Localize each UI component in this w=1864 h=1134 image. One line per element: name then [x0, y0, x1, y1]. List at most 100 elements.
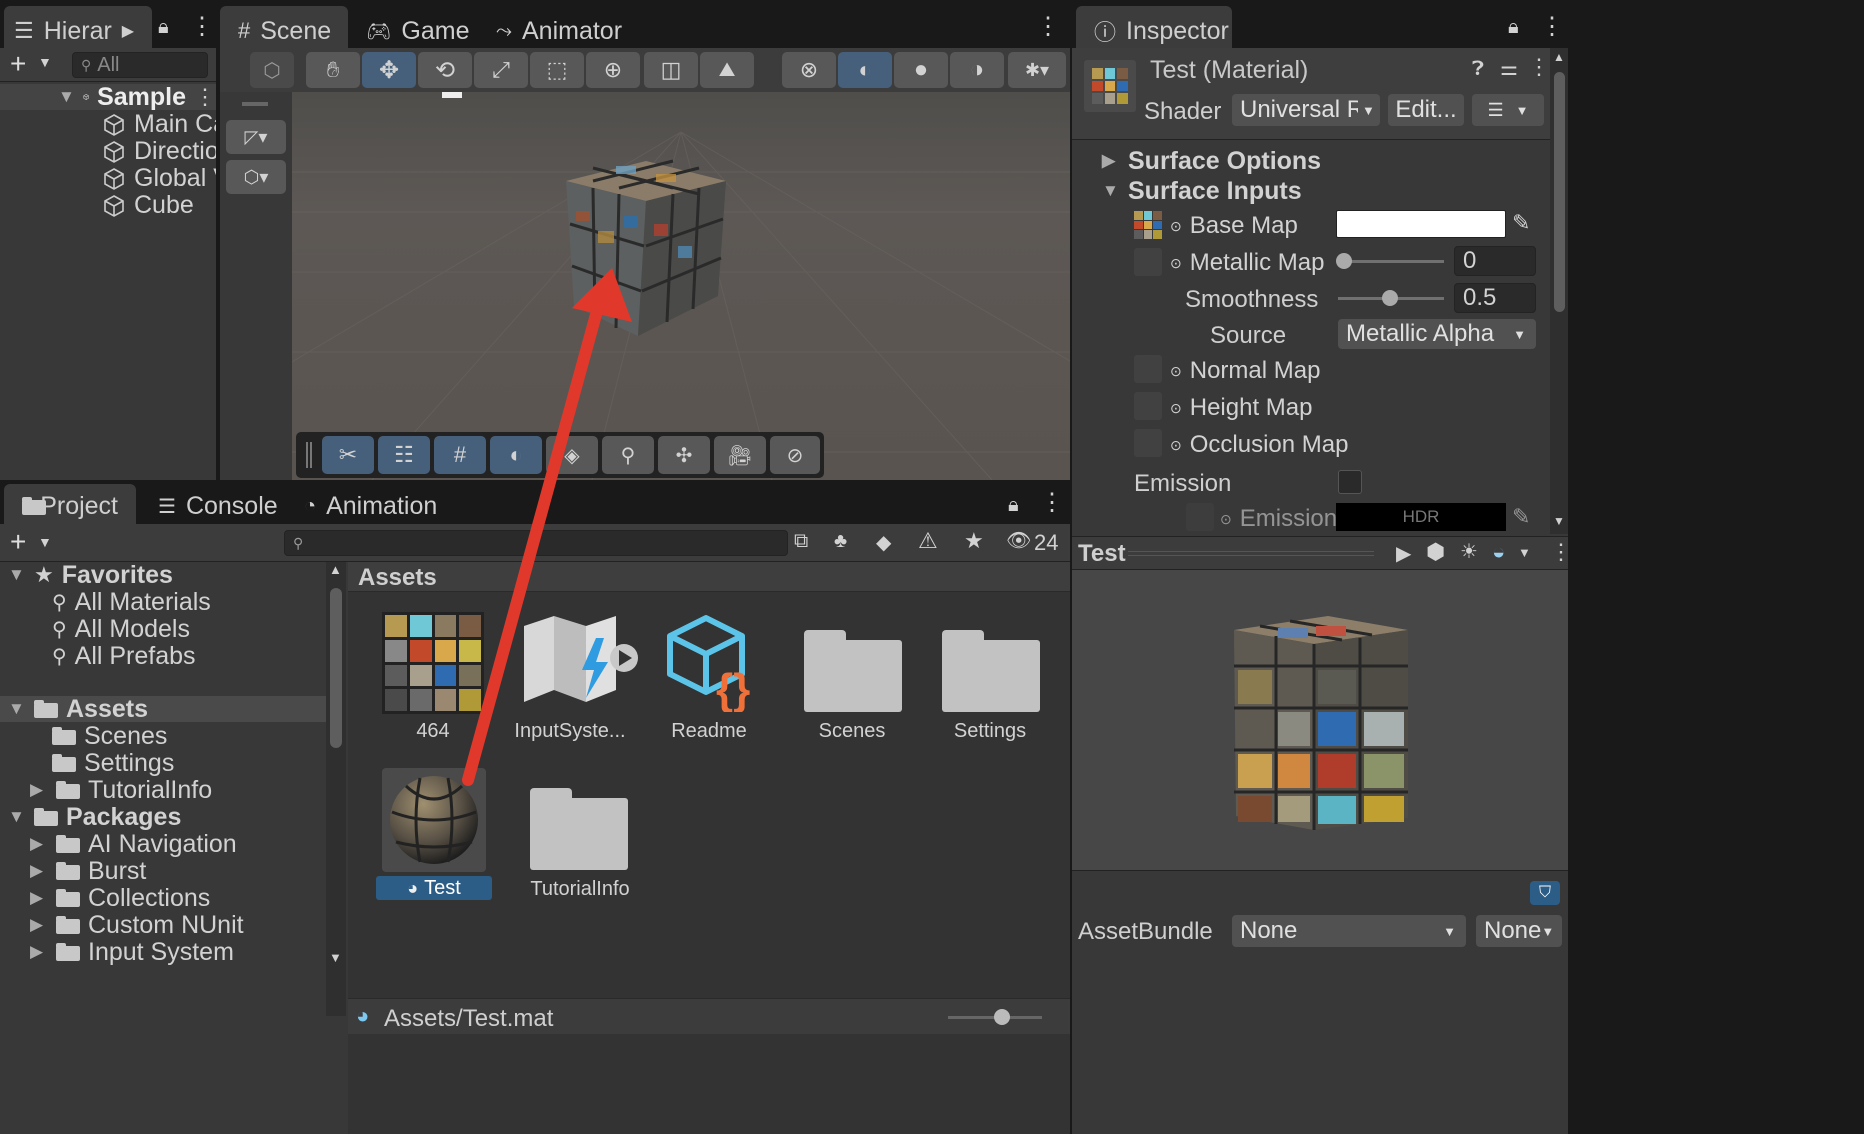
draw-mode-button[interactable]: ◸▾ — [226, 120, 286, 154]
more-options-icon[interactable]: ⋮ — [1550, 539, 1568, 565]
project-search-input[interactable]: ⚲ — [284, 530, 788, 556]
hierarchy-item[interactable]: Directional Light — [102, 137, 216, 166]
expand-arrow-icon[interactable]: ▼ — [58, 87, 75, 107]
metallic-map-texture-slot[interactable] — [1134, 248, 1162, 276]
scenes-folder-icon[interactable] — [804, 630, 902, 712]
eyedropper-icon[interactable]: ✎ — [1512, 504, 1530, 530]
settings-sliders-button[interactable]: ☷ — [378, 436, 430, 474]
expand-arrow-icon[interactable]: ▶ — [30, 861, 48, 881]
draw-mode-toggle[interactable]: ◐ — [490, 436, 542, 474]
packages-item[interactable]: ▶ Input System — [30, 938, 234, 966]
filter-type-icon[interactable]: ♣ — [834, 530, 847, 553]
preview-drag-handle[interactable] — [1128, 551, 1374, 556]
overlay-handle[interactable] — [242, 102, 268, 106]
eye-icon[interactable]: 👁︎ — [1006, 528, 1031, 553]
assets-item[interactable]: Settings — [52, 749, 174, 777]
tab-project[interactable]: Project — [4, 484, 136, 528]
warning-icon[interactable]: ⚠︎ — [918, 528, 938, 554]
lock-icon[interactable]: 🔒︎ — [1008, 494, 1019, 517]
camera-button[interactable]: 🎥︎ — [714, 436, 766, 474]
shader-options-button[interactable]: ☰ ▼ — [1472, 94, 1544, 126]
asset-labels-button[interactable]: ⛉ — [1530, 881, 1560, 905]
object-picker-icon[interactable]: ⊙ — [1170, 255, 1182, 272]
smoothness-slider-thumb[interactable] — [1382, 290, 1398, 306]
scroll-up-icon[interactable]: ▲ — [329, 562, 342, 577]
chevron-down-icon[interactable]: ▼ — [38, 534, 52, 550]
metallic-value-field[interactable]: 0 — [1454, 246, 1536, 276]
packages-header[interactable]: ▼ Packages — [8, 803, 181, 831]
expand-arrow-icon[interactable]: ▶ — [1102, 151, 1120, 171]
asset-texture-464[interactable] — [382, 612, 484, 714]
expand-arrow-icon[interactable]: ▶ — [30, 834, 48, 854]
tree-scrollbar[interactable]: ▲ ▼ — [326, 562, 346, 1016]
eyedropper-icon[interactable]: ✎ — [1512, 210, 1530, 236]
add-icon[interactable]: + — [10, 526, 26, 558]
expand-arrow-icon[interactable]: ▼ — [8, 807, 26, 827]
search-scene-button[interactable]: ⚲ — [602, 436, 654, 474]
orientation-button[interactable]: ⊘ — [770, 436, 820, 474]
favorites-item[interactable]: ⚲ All Materials — [52, 588, 211, 616]
more-options-icon[interactable]: ⋮ — [190, 12, 214, 41]
chevron-right-icon[interactable]: ▶ — [122, 21, 134, 41]
test-label-selected[interactable]: ◕ Test — [376, 876, 492, 900]
cube-object[interactable] — [546, 156, 746, 346]
settings-folder-icon[interactable] — [942, 630, 1040, 712]
more-options-icon[interactable]: ⋮ — [1540, 12, 1564, 41]
lights-icon[interactable]: ☀︎ — [1460, 539, 1478, 564]
popout-icon[interactable]: ⧉ — [794, 530, 808, 553]
surface-inputs-foldout[interactable]: ▼ Surface Inputs — [1102, 177, 1302, 205]
transform-tool-button[interactable]: ⊕ — [586, 52, 640, 88]
expand-arrow-icon[interactable]: ▼ — [8, 699, 26, 719]
surface-options-foldout[interactable]: ▶ Surface Options — [1102, 147, 1321, 175]
favorites-item[interactable]: ⚲ All Prefabs — [52, 642, 196, 670]
expand-arrow-icon[interactable]: ▶ — [30, 942, 48, 962]
grid-snap-button[interactable]: # — [434, 436, 486, 474]
lock-icon[interactable]: 🔒︎ — [158, 16, 169, 39]
chevron-down-icon[interactable]: ▼ — [38, 54, 52, 70]
hierarchy-item[interactable]: Main Camera — [102, 110, 216, 139]
expand-arrow-icon[interactable]: ▼ — [1102, 181, 1120, 201]
unlit-button[interactable]: ◑ — [950, 52, 1004, 88]
metallic-slider-thumb[interactable] — [1336, 253, 1352, 269]
packages-item[interactable]: ▶ Collections — [30, 884, 210, 912]
terrain-tool-button[interactable]: ⛰︎ — [700, 52, 754, 88]
scene-viewport[interactable]: ✂︎ ☷ # ◐ ◈ ⚲ ✣ 🎥︎ ⊘ — [292, 92, 1070, 480]
input-system-icon[interactable] — [520, 610, 646, 710]
material-sphere-icon[interactable] — [386, 772, 482, 868]
base-map-texture-slot[interactable] — [1134, 211, 1162, 239]
more-options-icon[interactable]: ⋮ — [1040, 488, 1064, 517]
assets-item[interactable]: Scenes — [52, 722, 167, 750]
assets-item[interactable]: ▶ TutorialInfo — [30, 776, 212, 804]
expand-arrow-icon[interactable]: ▶ — [30, 915, 48, 935]
favorites-item[interactable]: ⚲ All Models — [52, 615, 190, 643]
layers-button[interactable]: ◈ — [546, 436, 598, 474]
emission-map-texture-slot[interactable] — [1186, 503, 1214, 531]
presets-icon[interactable]: ⚌ — [1500, 56, 1518, 81]
tab-animation[interactable]: ◔ Animation — [286, 484, 455, 528]
play-icon[interactable]: ▶ — [1396, 541, 1411, 566]
assets-header[interactable]: ▼ Assets — [0, 695, 326, 723]
add-icon[interactable]: + — [10, 48, 26, 80]
favorites-header[interactable]: ▼ ★ Favorites — [8, 561, 173, 589]
debug-mode-button[interactable]: ✱▾ — [1008, 52, 1066, 88]
object-picker-icon[interactable]: ⊙ — [1170, 363, 1182, 380]
rect-tool-button[interactable]: ⬚ — [530, 52, 584, 88]
lock-icon[interactable]: 🔒︎ — [1508, 16, 1519, 39]
expand-arrow-icon[interactable]: ▶ — [30, 888, 48, 908]
normal-map-texture-slot[interactable] — [1134, 355, 1162, 383]
view-tool-button[interactable]: ⬡ — [250, 52, 294, 88]
custom-tool-button[interactable]: ◫ — [644, 52, 698, 88]
height-map-texture-slot[interactable] — [1134, 392, 1162, 420]
more-options-icon[interactable]: ⋮ — [1036, 12, 1060, 41]
expand-arrow-icon[interactable]: ▶ — [30, 780, 48, 800]
object-picker-icon[interactable]: ⊙ — [1170, 218, 1182, 235]
scroll-down-icon[interactable]: ▼ — [1553, 514, 1565, 528]
smoothness-value-field[interactable]: 0.5 — [1454, 283, 1536, 313]
occlusion-map-texture-slot[interactable] — [1134, 429, 1162, 457]
rotate-tool-button[interactable]: ⟲ — [418, 52, 472, 88]
shaded-wireframe-button[interactable]: ◐ — [838, 52, 892, 88]
zoom-slider-thumb[interactable] — [994, 1009, 1010, 1025]
pivot-button[interactable]: ✣ — [658, 436, 710, 474]
wireframe-button[interactable]: ⊗ — [782, 52, 836, 88]
hierarchy-item[interactable]: Global Volume — [102, 164, 216, 193]
